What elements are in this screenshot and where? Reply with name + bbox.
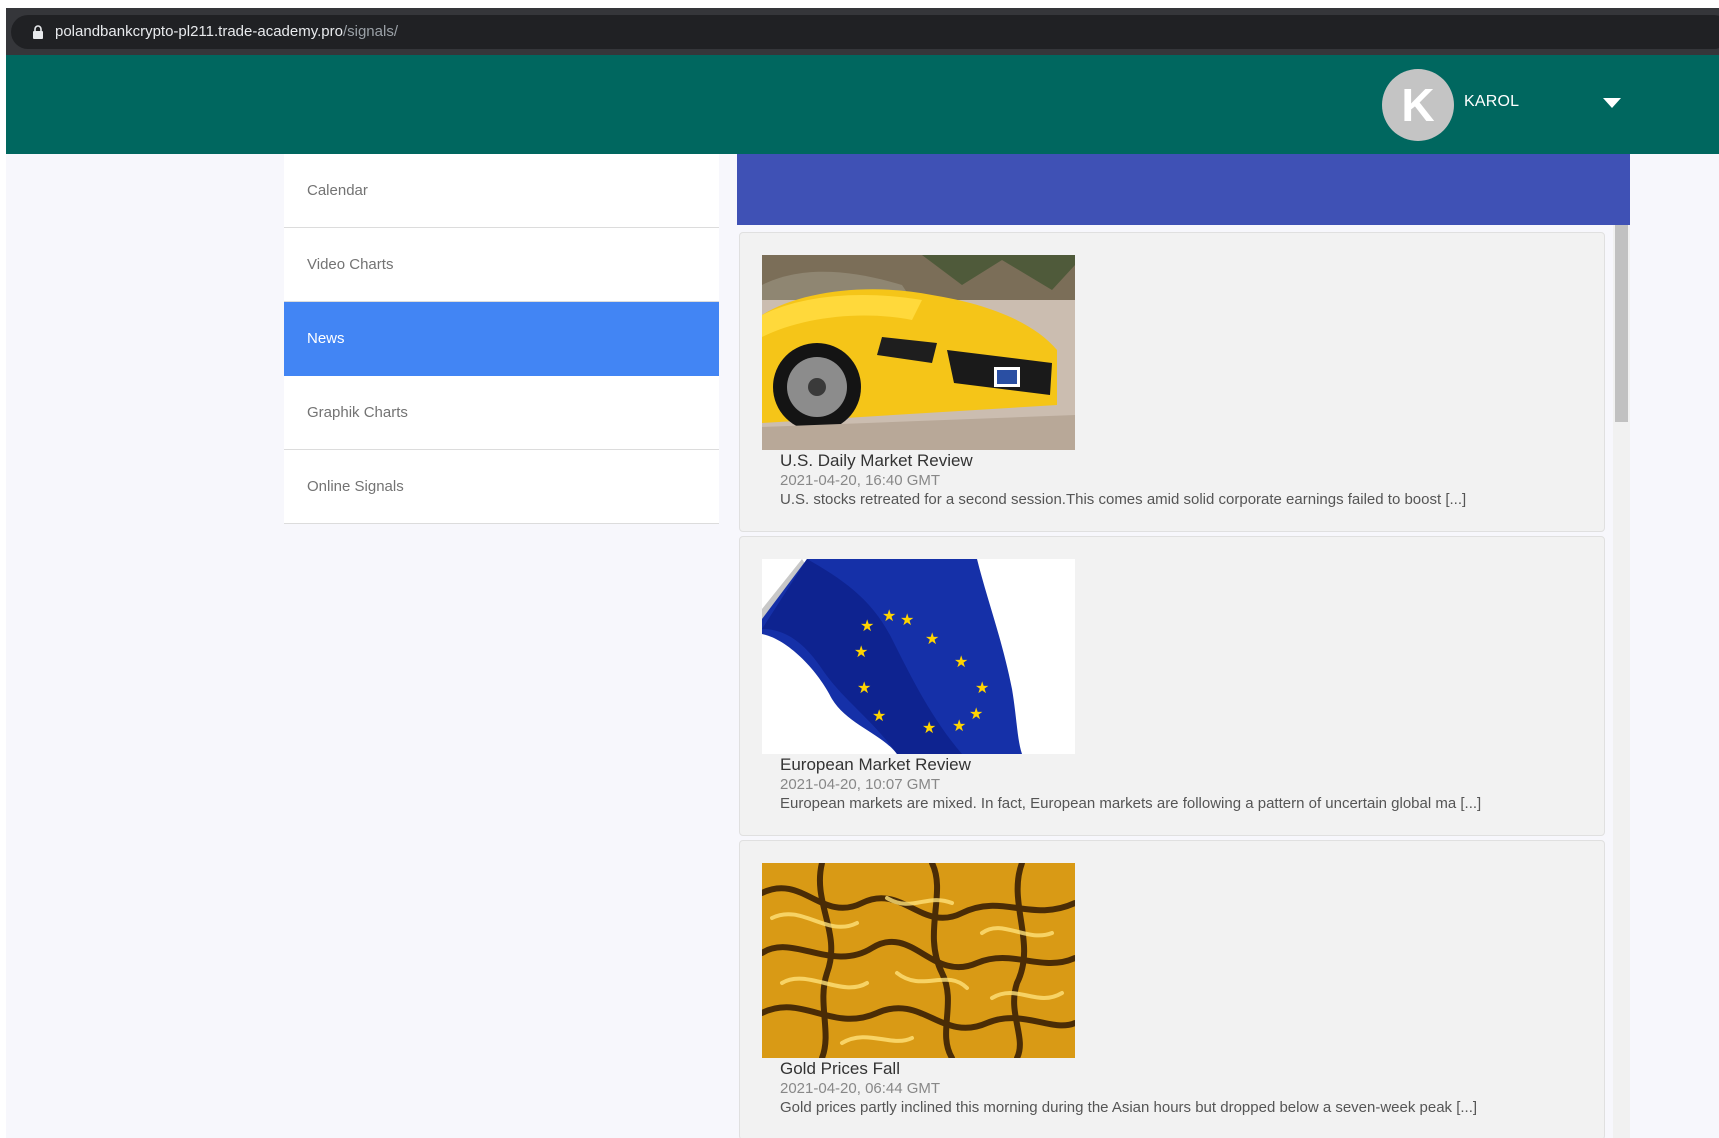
chevron-down-icon[interactable] [1603,98,1621,108]
news-card[interactable]: Gold Prices Fall 2021-04-20, 06:44 GMT G… [739,840,1605,1138]
news-title[interactable]: Gold Prices Fall [780,1059,900,1079]
sidebar-item-video-charts[interactable]: Video Charts [284,228,719,302]
news-thumbnail [762,255,1075,450]
news-excerpt: European markets are mixed. In fact, Eur… [780,795,1482,812]
browser-viewport: polandbankcrypto-pl211.trade-academy.pro… [6,8,1719,1138]
news-date: 2021-04-20, 16:40 GMT [780,472,941,489]
sidebar-item-news[interactable]: News [284,302,719,376]
eu-flag-image: ★ ★ ★ ★ ★ ★ ★ ★ ★ ★ ★ ★ [762,559,1075,754]
svg-text:★: ★ [925,629,939,648]
news-card[interactable]: U.S. Daily Market Review 2021-04-20, 16:… [739,232,1605,532]
news-date: 2021-04-20, 10:07 GMT [780,776,941,793]
svg-text:★: ★ [922,718,936,737]
news-card[interactable]: ★ ★ ★ ★ ★ ★ ★ ★ ★ ★ ★ ★ European Market … [739,536,1605,836]
sidebar-item-graphik-charts[interactable]: Graphik Charts [284,376,719,450]
sidebar-nav: Calendar Video Charts News Graphik Chart… [284,154,719,524]
feed-scrollbar-thumb[interactable] [1615,225,1628,422]
news-title[interactable]: European Market Review [780,755,971,775]
svg-text:★: ★ [954,652,968,671]
news-thumbnail [762,863,1075,1058]
svg-text:★: ★ [857,678,871,697]
svg-text:★: ★ [969,704,983,723]
yellow-car-image [762,255,1075,450]
svg-text:★: ★ [882,606,896,625]
sidebar-item-calendar[interactable]: Calendar [284,154,719,228]
feed-scrollbar[interactable] [1613,225,1630,1138]
svg-text:★: ★ [854,642,868,661]
news-title[interactable]: U.S. Daily Market Review [780,451,973,471]
liquid-gold-image [762,863,1075,1058]
news-excerpt: Gold prices partly inclined this morning… [780,1099,1478,1116]
url-host: polandbankcrypto-pl211.trade-academy.pro [55,23,343,40]
url-text: polandbankcrypto-pl211.trade-academy.pro… [55,23,398,40]
news-feed: U.S. Daily Market Review 2021-04-20, 16:… [737,225,1630,1138]
news-panel-header [737,154,1630,225]
news-thumbnail: ★ ★ ★ ★ ★ ★ ★ ★ ★ ★ ★ ★ [762,559,1075,754]
top-app-bar: K KAROL [6,55,1719,154]
news-excerpt: U.S. stocks retreated for a second sessi… [780,491,1467,508]
svg-text:★: ★ [975,678,989,697]
lock-icon [33,25,43,39]
avatar[interactable]: K [1382,69,1454,141]
svg-text:★: ★ [872,706,886,725]
url-field[interactable]: polandbankcrypto-pl211.trade-academy.pro… [11,15,1719,49]
username-label[interactable]: KAROL [1464,93,1519,111]
svg-text:★: ★ [900,610,914,629]
sidebar-item-online-signals[interactable]: Online Signals [284,450,719,524]
address-bar: polandbankcrypto-pl211.trade-academy.pro… [6,8,1719,55]
news-date: 2021-04-20, 06:44 GMT [780,1080,941,1097]
svg-text:★: ★ [952,716,966,735]
svg-text:★: ★ [860,616,874,635]
url-path: /signals/ [342,23,398,40]
